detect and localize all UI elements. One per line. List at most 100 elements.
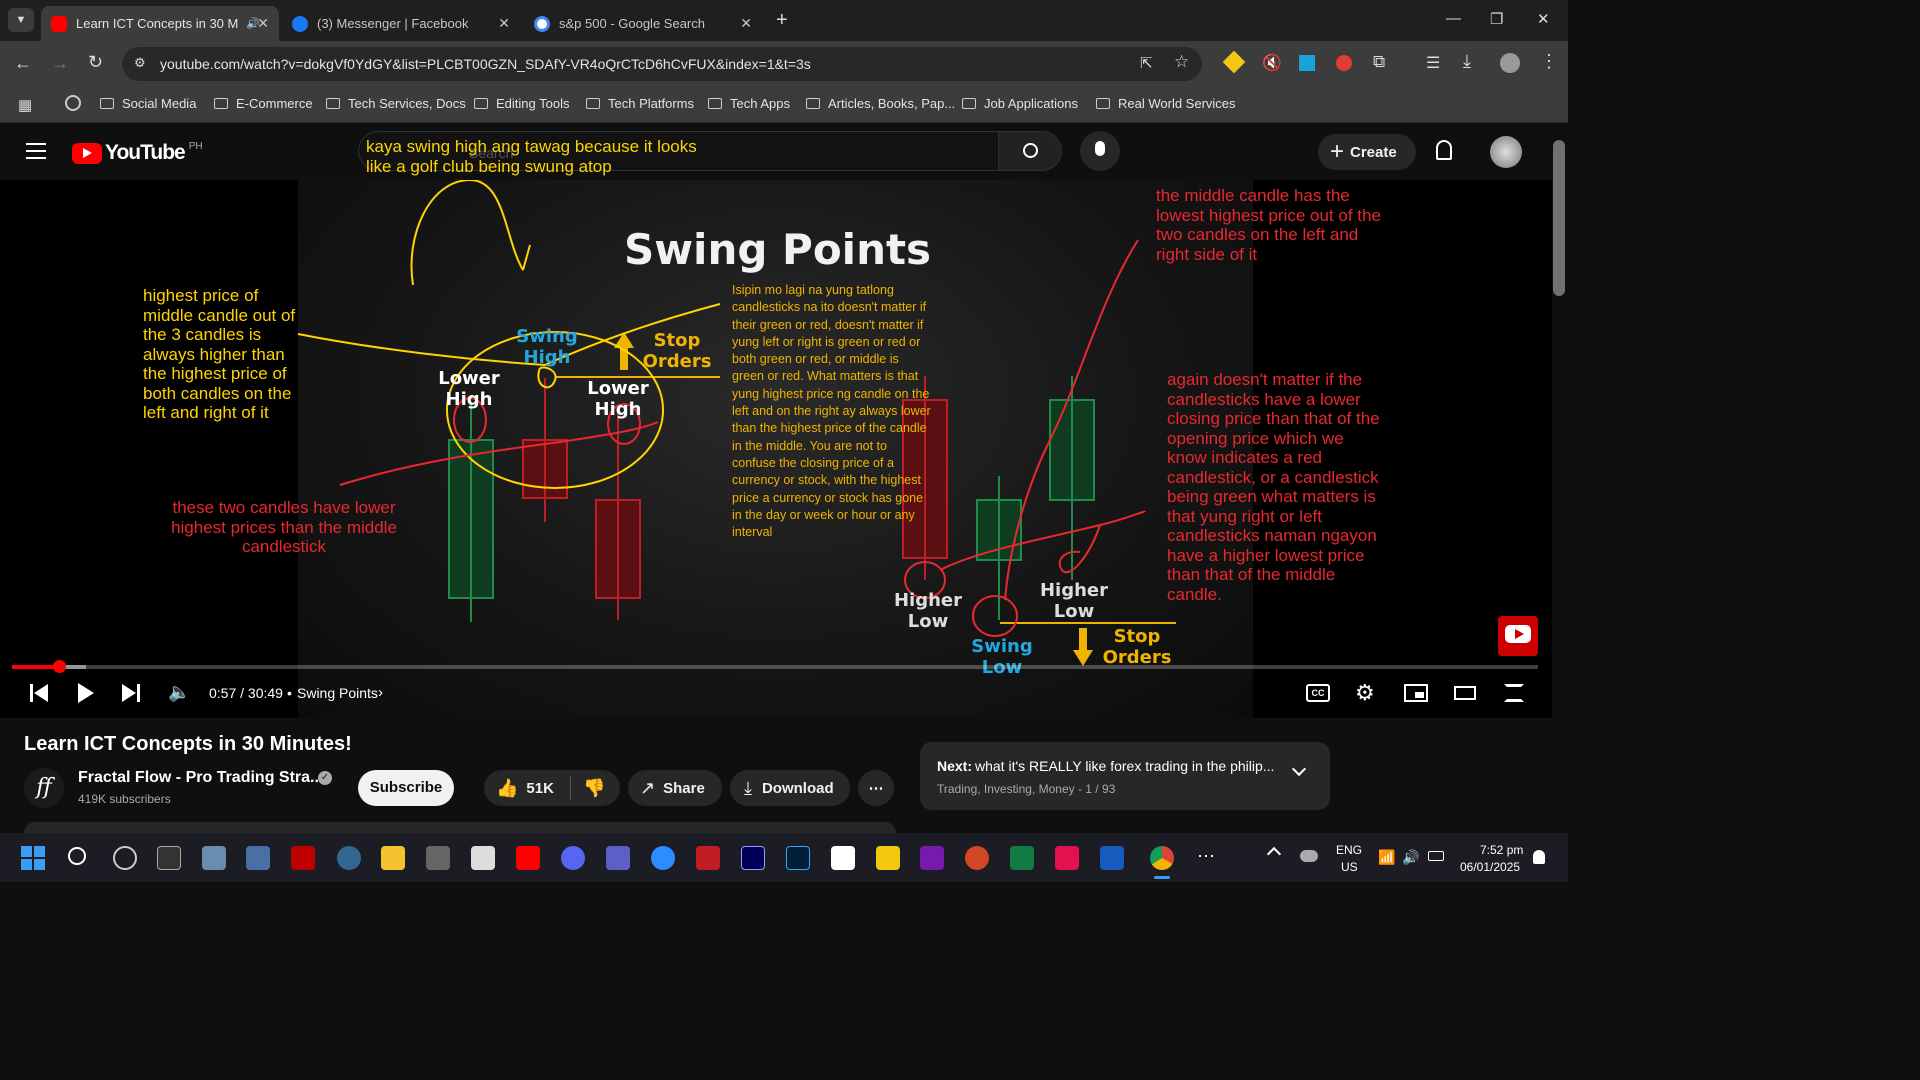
search-button[interactable] — [998, 131, 1062, 171]
tray-lang[interactable]: ENG — [1336, 843, 1362, 857]
user-avatar[interactable] — [1490, 136, 1522, 168]
play-icon[interactable] — [78, 683, 94, 703]
miniplayer-icon[interactable] — [1404, 684, 1428, 702]
address-bar[interactable]: ⚙ youtube.com/watch?v=dokgVf0YdGY&list=P… — [122, 47, 1202, 81]
speaker-tray-icon[interactable]: 🔊 — [1402, 849, 1419, 866]
tab-youtube[interactable]: Learn ICT Concepts in 30 M 🔊 ✕ — [41, 6, 279, 41]
bookmark-real-world[interactable]: Real World Services — [1096, 96, 1236, 111]
clock-date[interactable]: 06/01/2025 — [1460, 860, 1520, 874]
network-app-icon[interactable] — [246, 846, 270, 870]
voice-search-button[interactable] — [1080, 131, 1120, 171]
teams-icon[interactable] — [606, 846, 630, 870]
bookmark-star-icon[interactable]: ☆ — [1174, 52, 1189, 72]
chevron-down-icon[interactable] — [1291, 761, 1307, 777]
restore-icon[interactable]: ❐ — [1490, 10, 1503, 28]
forward-icon[interactable]: → — [51, 53, 69, 74]
notifications-bell-icon[interactable] — [1436, 140, 1452, 160]
captions-icon[interactable]: CC — [1306, 684, 1330, 702]
menu-kebab-icon[interactable]: ⋮ — [1540, 51, 1558, 72]
theater-mode-icon[interactable] — [1454, 686, 1476, 700]
highlighter-extension-icon[interactable] — [1222, 50, 1246, 74]
bookmark-job-applications[interactable]: Job Applications — [962, 96, 1078, 111]
cloud-sync-icon[interactable] — [1300, 850, 1318, 862]
site-info-icon[interactable]: ⚙ — [134, 55, 146, 71]
download-button[interactable]: ⤓ Download — [730, 770, 850, 806]
premiere-icon[interactable] — [741, 846, 765, 870]
bookmark-tech-platforms[interactable]: Tech Platforms — [586, 96, 694, 111]
copilot-icon[interactable] — [113, 846, 137, 870]
thumbs-down-icon[interactable]: 👎 — [583, 778, 605, 799]
file-explorer-icon[interactable] — [381, 846, 405, 870]
wifi-icon[interactable]: 📶 — [1378, 849, 1395, 866]
settings-gear-icon[interactable]: ⚙ — [1355, 680, 1375, 706]
bookmark-tech-services[interactable]: Tech Services, Docs — [326, 96, 466, 111]
scrollbar-thumb[interactable] — [1553, 140, 1565, 296]
powerpoint-icon[interactable] — [965, 846, 989, 870]
battery-icon[interactable] — [1428, 851, 1444, 861]
volume-icon[interactable]: 🔈 — [168, 682, 190, 703]
bookmark-ecommerce[interactable]: E-Commerce — [214, 96, 313, 111]
new-tab-button[interactable]: + — [776, 9, 788, 32]
reading-list-icon[interactable]: ☰ — [1426, 53, 1440, 73]
bookmark-editing-tools[interactable]: Editing Tools — [474, 96, 569, 111]
channel-avatar[interactable]: ff — [24, 768, 64, 808]
minimize-icon[interactable]: — — [1446, 10, 1461, 27]
open-in-app-icon[interactable]: ⇱ — [1140, 54, 1153, 72]
terminal-icon[interactable] — [157, 846, 181, 870]
photoshop-icon[interactable] — [786, 846, 810, 870]
tray-region[interactable]: US — [1341, 860, 1358, 874]
close-icon[interactable]: ✕ — [498, 15, 510, 32]
progress-bar[interactable] — [12, 660, 1538, 673]
store-icon[interactable] — [831, 846, 855, 870]
description-box[interactable] — [24, 822, 896, 833]
excel-icon[interactable] — [1010, 846, 1034, 870]
extension-blue-icon[interactable] — [1299, 55, 1315, 71]
onenote-icon[interactable] — [920, 846, 944, 870]
globe-icon[interactable] — [65, 95, 81, 111]
chrome-icon[interactable] — [1150, 846, 1174, 870]
filezilla-icon[interactable] — [291, 846, 315, 870]
chapter-chevron-icon[interactable]: › — [378, 684, 383, 701]
discord-icon[interactable] — [561, 846, 585, 870]
back-icon[interactable]: ← — [14, 53, 32, 74]
channel-name[interactable]: Fractal Flow - Pro Trading Stra... — [78, 769, 323, 787]
fullscreen-icon[interactable] — [1504, 684, 1524, 702]
more-actions-button[interactable]: ⋯ — [858, 770, 894, 806]
tab-google[interactable]: s&p 500 - Google Search ✕ — [524, 6, 762, 41]
youtube-taskbar-icon[interactable] — [516, 846, 540, 870]
autocad-icon[interactable] — [1055, 846, 1079, 870]
hamburger-menu-icon[interactable] — [26, 143, 46, 159]
reload-icon[interactable]: ↻ — [88, 52, 103, 73]
acrobat-icon[interactable] — [696, 846, 720, 870]
close-icon[interactable]: ✕ — [740, 15, 752, 32]
next-video-card[interactable]: Next: what it's REALLY like forex tradin… — [920, 742, 1330, 810]
extension-red-icon[interactable] — [1336, 55, 1352, 71]
tab-search-button[interactable]: ▼ — [8, 8, 34, 32]
start-windows-icon[interactable] — [21, 846, 45, 870]
chart-app-icon[interactable] — [202, 846, 226, 870]
chapter-title[interactable]: Swing Points — [297, 685, 378, 701]
bookmark-tech-apps[interactable]: Tech Apps — [708, 96, 790, 111]
subscribe-button[interactable]: Subscribe — [358, 770, 454, 806]
search-taskbar-icon[interactable] — [68, 847, 86, 865]
previous-icon[interactable] — [30, 684, 48, 702]
next-video-icon[interactable] — [122, 684, 140, 702]
bookmark-social-media[interactable]: Social Media — [100, 96, 196, 111]
bookmark-articles[interactable]: Articles, Books, Pap... — [806, 96, 955, 111]
zoom-icon[interactable] — [651, 846, 675, 870]
word-icon[interactable] — [1100, 846, 1124, 870]
pen-app-icon[interactable] — [426, 846, 450, 870]
taskbar-overflow-icon[interactable]: ⋯ — [1197, 846, 1215, 867]
postgres-icon[interactable] — [337, 846, 361, 870]
close-window-icon[interactable]: ✕ — [1537, 10, 1550, 28]
close-icon[interactable]: ✕ — [257, 15, 269, 32]
channel-watermark-icon[interactable] — [1498, 616, 1538, 656]
snipping-tool-icon[interactable] — [471, 846, 495, 870]
mute-icon[interactable]: 🔇 — [1262, 53, 1282, 73]
apps-grid-icon[interactable]: ▦ — [18, 96, 32, 114]
profile-avatar[interactable] — [1500, 53, 1520, 73]
youtube-logo[interactable]: YouTube PH — [72, 141, 203, 165]
create-button[interactable]: + Create — [1318, 134, 1416, 170]
tab-facebook[interactable]: (3) Messenger | Facebook ✕ — [282, 6, 520, 41]
notification-bell-tray-icon[interactable] — [1533, 850, 1545, 864]
